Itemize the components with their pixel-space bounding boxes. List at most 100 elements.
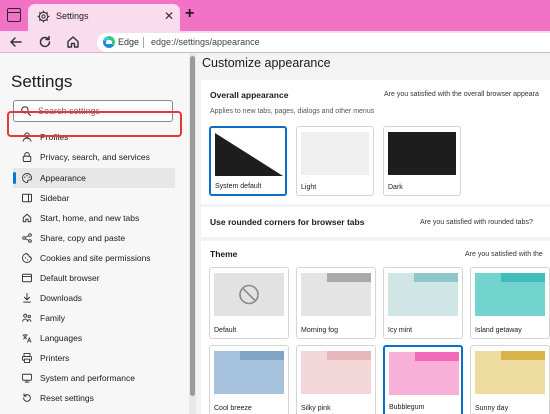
theme-preview-bar [240,351,284,360]
theme-feedback-link[interactable]: Are you satisfied with the [465,251,543,258]
sidebar-item-printers[interactable]: Printers [13,348,175,368]
title-bar: Settings ✕ + [0,0,550,31]
theme-option-label: Bubblegum [389,404,425,411]
sidebar-item-start-home-and-new-tabs[interactable]: Start, home, and new tabs [13,208,175,228]
download-icon [23,293,31,303]
new-tab-button[interactable]: + [185,6,194,22]
appearance-option-system-default[interactable]: System default [209,126,287,196]
url-text[interactable]: edge://settings/appearance [151,37,260,47]
home-icon [22,213,32,223]
page-title: Customize appearance [202,56,331,70]
close-tab-icon[interactable]: ✕ [164,9,174,23]
sidebar-item-label: Privacy, search, and services [40,152,150,162]
dark-preview [388,132,456,175]
reset-icon [23,393,31,402]
theme-option-cool-breeze[interactable]: Cool breeze [209,345,289,414]
theme-title: Theme [210,249,238,259]
sidebar-item-cookies-and-site-permissions[interactable]: Cookies and site permissions [13,248,175,268]
theme-preview-body [475,360,545,394]
site-label: Edge [118,37,140,47]
theme-option-label: Silky pink [301,405,331,412]
sidebar-title: Settings [11,72,73,91]
main-content: Customize appearance Overall appearance … [196,53,550,414]
theme-option-island-getaway[interactable]: Island getaway [470,267,550,339]
window-icon[interactable] [7,8,21,22]
address-divider [143,37,144,48]
light-preview [301,132,369,175]
rounded-feedback-link[interactable]: Are you satisfied with rounded tabs? [420,219,533,226]
sidebar-item-sidebar[interactable]: Sidebar [13,188,175,208]
sidebar-item-family[interactable]: Family [13,308,175,328]
sidebar-item-system-and-performance[interactable]: System and performance [13,368,175,388]
sidebar-item-label: Cookies and site permissions [40,253,151,263]
tab-title: Settings [56,11,89,21]
theme-option-label: Icy mint [388,327,413,334]
theme-preview-body [388,282,458,316]
settings-sidebar: Settings ProfilesPrivacy, search, and se… [0,53,189,414]
overall-feedback-link[interactable]: Are you satisfied with the overall brows… [384,91,539,98]
scrollbar-thumb[interactable] [190,56,195,396]
appearance-highlight [7,111,182,137]
theme-option-silky-pink[interactable]: Silky pink [296,345,376,414]
theme-preview [475,351,545,394]
appearance-option-light[interactable]: Light [296,126,374,196]
theme-option-label: Sunny day [475,405,509,412]
toolbar: Edge edge://settings/appearance [0,31,550,53]
theme-option-morning-fog[interactable]: Morning fog [296,267,376,339]
sidebar-item-reset-settings[interactable]: Reset settings [13,388,175,408]
sidebar-scrollbar[interactable] [189,53,196,414]
theme-preview-tab [475,273,501,282]
sidebar-item-privacy-search-and-services[interactable]: Privacy, search, and services [13,147,175,167]
gear-icon [37,10,50,23]
palette-icon [22,173,32,183]
theme-option-icy-mint[interactable]: Icy mint [383,267,463,339]
no-theme-icon [239,284,259,305]
theme-preview-body [389,361,459,395]
sidebar-item-downloads[interactable]: Downloads [13,288,175,308]
theme-option-sunny-day[interactable]: Sunny day [470,345,550,414]
appearance-option-label: Dark [388,184,403,191]
theme-preview-tab [388,273,414,282]
sidebar-item-languages[interactable]: Languages [13,328,175,348]
sidebar-item-label: Start, home, and new tabs [40,213,140,223]
sidebar-item-label: Appearance [40,173,86,183]
sidebar-item-label: Printers [40,353,70,363]
theme-preview-body [475,282,545,316]
theme-option-default[interactable]: Default [209,267,289,339]
tab-settings[interactable]: Settings ✕ [28,4,180,31]
sidebar-item-appearance[interactable]: Appearance [13,168,175,188]
theme-preview-bar [501,351,545,360]
lock-icon [22,152,32,162]
back-icon[interactable] [8,34,24,50]
theme-option-bubblegum[interactable]: Bubblegum [383,345,463,414]
theme-preview-tab [214,351,240,360]
sidebar-item-label: Share, copy and paste [40,233,126,243]
theme-option-label: Cool breeze [214,405,252,412]
theme-card: Theme Are you satisfied with the Default… [201,241,550,414]
sidebar-item-label: Sidebar [40,193,70,203]
theme-preview [475,273,545,316]
sidebar-item-share-copy-and-paste[interactable]: Share, copy and paste [13,228,175,248]
address-bar[interactable]: Edge edge://settings/appearance [97,33,550,52]
overall-appearance-subtitle: Applies to new tabs, pages, dialogs and … [210,108,375,115]
theme-preview [388,273,458,316]
browser-icon [22,273,32,283]
theme-preview [214,351,284,394]
sidebar-icon [22,193,32,203]
rounded-corners-title: Use rounded corners for browser tabs [210,217,365,227]
cookie-icon [22,253,32,263]
overall-appearance-card: Overall appearance Applies to new tabs, … [201,80,550,204]
overall-appearance-title: Overall appearance [210,90,289,100]
theme-preview-tab [301,273,327,282]
sidebar-item-default-browser[interactable]: Default browser [13,268,175,288]
theme-option-label: Default [214,327,237,334]
appearance-option-label: Light [301,184,317,191]
home-icon[interactable] [65,34,81,50]
appearance-option-dark[interactable]: Dark [383,126,461,196]
refresh-icon[interactable] [37,34,53,50]
theme-preview-body [301,360,371,394]
sidebar-item-label: Default browser [40,273,100,283]
rounded-corners-card: Use rounded corners for browser tabs Are… [201,207,550,237]
theme-preview [301,351,371,394]
theme-option-label: Morning fog [301,327,338,334]
